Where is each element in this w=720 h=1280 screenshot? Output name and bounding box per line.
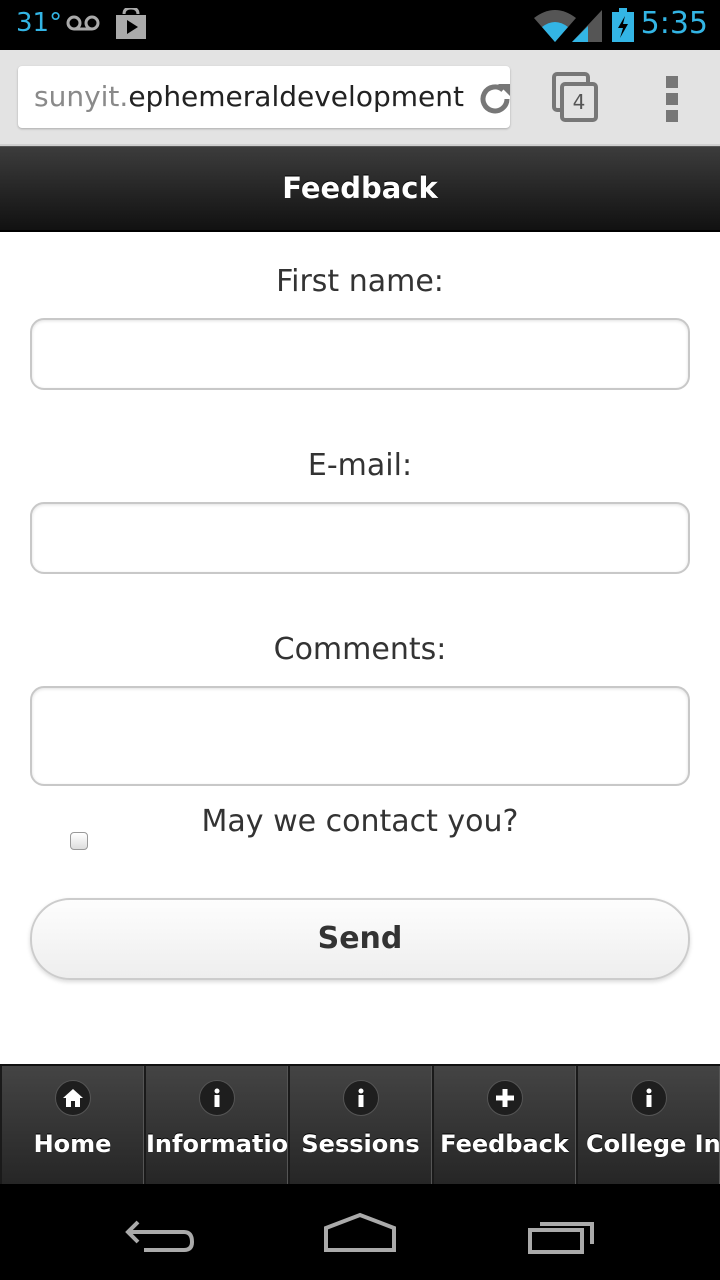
recent-apps-icon[interactable] (526, 1216, 598, 1256)
email-input[interactable] (30, 502, 690, 574)
nav-item-sessions[interactable]: Sessions (288, 1066, 432, 1184)
home-button-icon[interactable] (322, 1212, 398, 1254)
tab-count: 4 (572, 90, 586, 114)
email-label: E-mail: (307, 448, 413, 483)
battery-charging-icon (612, 8, 634, 46)
comments-textarea[interactable] (30, 686, 690, 786)
wifi-icon (534, 10, 576, 46)
url-domain: ephemeraldevelopment (128, 80, 464, 113)
overflow-menu-icon[interactable] (664, 76, 680, 122)
play-store-icon (114, 6, 148, 44)
back-icon[interactable] (124, 1214, 196, 1254)
info-icon (630, 1080, 667, 1116)
status-bar: 31° 5:35 (0, 0, 720, 50)
nav-item-home[interactable]: Home (0, 1066, 144, 1184)
info-icon (198, 1080, 235, 1116)
url-host: sunyit. (34, 80, 129, 113)
nav-label: Home (33, 1130, 112, 1158)
home-icon (54, 1080, 91, 1116)
voicemail-icon (66, 14, 100, 36)
info-icon (342, 1080, 379, 1116)
first-name-label: First name: (276, 264, 444, 299)
contact-label: May we contact you? (201, 804, 519, 839)
feedback-form: First name: E-mail: Comments: May we con… (0, 232, 720, 1064)
url-bar[interactable]: sunyit.ephemeraldevelopment (18, 66, 510, 128)
tabs-icon[interactable]: 4 (552, 72, 600, 124)
screen: 31° 5:35 sunyit.ephemeraldevelopment 4 F… (0, 0, 720, 1280)
page-title: Feedback (0, 146, 720, 232)
comments-label: Comments: (273, 632, 447, 667)
nav-label: Sessions (301, 1130, 420, 1158)
send-button[interactable]: Send (30, 898, 690, 980)
footer-nav: Home Information Sessions Feedback Colle… (0, 1064, 720, 1184)
nav-item-feedback[interactable]: Feedback (432, 1066, 576, 1184)
signal-icon (572, 10, 602, 46)
nav-label: Feedback (440, 1130, 569, 1158)
first-name-input[interactable] (30, 318, 690, 390)
nav-label: College Info (586, 1130, 720, 1158)
system-nav-bar (0, 1184, 720, 1280)
plus-icon (486, 1080, 523, 1116)
reload-icon[interactable] (476, 78, 510, 128)
nav-item-information[interactable]: Information (144, 1066, 306, 1184)
temperature-text: 31° (16, 8, 63, 38)
nav-label: Information (146, 1130, 306, 1158)
clock-text: 5:35 (640, 6, 708, 41)
browser-toolbar: sunyit.ephemeraldevelopment 4 (0, 50, 720, 146)
nav-item-college-info[interactable]: College Info (576, 1066, 720, 1184)
